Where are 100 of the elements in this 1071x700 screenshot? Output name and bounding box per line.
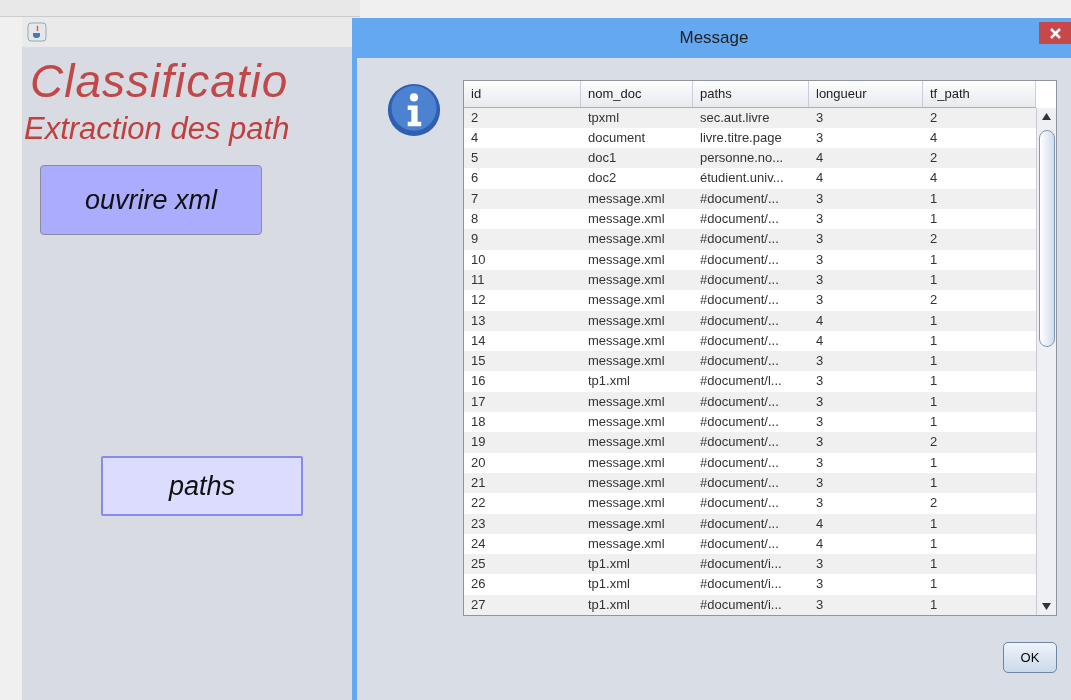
paths-button[interactable]: paths <box>101 456 303 516</box>
table-cell-text: doc2 <box>587 169 618 188</box>
table-cell-text: message.xml <box>587 250 666 269</box>
table-cell-text: #document/i... <box>699 555 783 574</box>
table-cell-text: 1 <box>929 453 939 472</box>
table-cell-text: #document/... <box>699 494 780 513</box>
ok-button[interactable]: OK <box>1003 642 1057 673</box>
table-cell-text: 1 <box>929 392 939 411</box>
table-cell-text: message.xml <box>587 473 666 492</box>
java-cup-icon <box>27 22 47 42</box>
table-cell-text: 3 <box>815 555 825 574</box>
column-header[interactable]: paths <box>693 81 809 107</box>
table-cell-text: 2 <box>929 149 939 168</box>
table-cell-text: #document/... <box>699 270 780 289</box>
table-cell-text: 7 <box>470 189 480 208</box>
table-cell-text: 17 <box>470 392 487 411</box>
table-cell-text: 1 <box>929 189 939 208</box>
table-cell-text: 3 <box>815 230 825 249</box>
table-cell-text: #document/... <box>699 514 780 533</box>
table-cell-text: 15 <box>470 352 487 371</box>
up-arrow-icon[interactable] <box>1042 113 1051 120</box>
table-cell-text: 2 <box>929 230 939 249</box>
table-cell-text: #document/... <box>699 311 780 330</box>
table-cell-text: 26 <box>470 575 487 594</box>
table-cell-text: 4 <box>470 128 480 147</box>
table-cell-text: 3 <box>815 128 825 147</box>
table-cell-text: message.xml <box>587 433 666 452</box>
table-cell-text: 3 <box>815 189 825 208</box>
close-icon <box>1049 27 1061 39</box>
table-cell-text: #document/... <box>699 453 780 472</box>
open-xml-button[interactable]: ouvrire xml <box>40 165 262 235</box>
column-header[interactable]: id <box>464 81 581 107</box>
table-cell-text: 4 <box>815 149 825 168</box>
table-cell-text: message.xml <box>587 189 666 208</box>
table-cell-text: message.xml <box>587 331 666 350</box>
table-cell-text: 14 <box>470 331 487 350</box>
column-header[interactable]: longueur <box>809 81 923 107</box>
table-cell-text: 3 <box>815 453 825 472</box>
table-cell-text: tp1.xml <box>587 575 631 594</box>
table-cell-text: 3 <box>815 108 825 127</box>
table-cell-text: 4 <box>929 169 939 188</box>
table-cell-text: 1 <box>929 534 939 553</box>
table-cell-text: #document/... <box>699 433 780 452</box>
table-cell-text: #document/... <box>699 291 780 310</box>
table-cell-text: 1 <box>929 372 939 391</box>
table-cell-text: livre.titre.page <box>699 128 783 147</box>
table-cell-text: 16 <box>470 372 487 391</box>
table-cell-text: 3 <box>815 494 825 513</box>
table-cell-text: 8 <box>470 210 480 229</box>
table-cell-text: 1 <box>929 555 939 574</box>
table-cell-text: 9 <box>470 230 480 249</box>
table-cell-text: 3 <box>815 352 825 371</box>
table-cell-text: message.xml <box>587 494 666 513</box>
down-arrow-icon[interactable] <box>1042 603 1051 610</box>
app-subtitle: Extraction des path <box>24 111 290 147</box>
table-cell-text: #document/... <box>699 250 780 269</box>
table-cell-text: 20 <box>470 453 487 472</box>
table-cell-text: 22 <box>470 494 487 513</box>
table-cell-text: 3 <box>815 433 825 452</box>
table-cell-text: message.xml <box>587 392 666 411</box>
table-cell-text: #document/... <box>699 534 780 553</box>
table-cell-text: #document/... <box>699 352 780 371</box>
table-cell-text: 1 <box>929 210 939 229</box>
table-cell-text: 3 <box>815 250 825 269</box>
scrollbar[interactable] <box>1036 108 1056 615</box>
table-cell-text: 1 <box>929 311 939 330</box>
table-cell-text: #document/i... <box>699 575 783 594</box>
table-cell-text: 4 <box>815 169 825 188</box>
table-cell-text: tpxml <box>587 108 621 127</box>
table-cell-text: 1 <box>929 352 939 371</box>
table-cell-text: 2 <box>929 433 939 452</box>
table-cell-text: 5 <box>470 149 480 168</box>
table-cell-text: 6 <box>470 169 480 188</box>
column-header[interactable]: tf_path <box>923 81 1036 107</box>
table-cell-text: #document/... <box>699 189 780 208</box>
table-cell-text: 4 <box>929 128 939 147</box>
scroll-thumb[interactable] <box>1039 130 1055 347</box>
close-button[interactable] <box>1039 22 1071 44</box>
table-cell-text: 2 <box>929 291 939 310</box>
table-cell-text: #document/l... <box>699 372 783 391</box>
dialog-title: Message <box>679 28 749 48</box>
table-cell-text: #document/i... <box>699 595 783 614</box>
table-cell-text: message.xml <box>587 210 666 229</box>
column-header[interactable]: nom_doc <box>581 81 693 107</box>
table-cell-text: #document/... <box>699 210 780 229</box>
table-cell-text: message.xml <box>587 413 666 432</box>
table-cell-text: #document/... <box>699 413 780 432</box>
table-cell-text: 3 <box>815 473 825 492</box>
table-cell-text: 3 <box>815 392 825 411</box>
table-cell-text: 1 <box>929 514 939 533</box>
table-cell-text: document <box>587 128 647 147</box>
table-cell-text: 2 <box>470 108 480 127</box>
table-cell-text: tp1.xml <box>587 555 631 574</box>
table-cell-text: 18 <box>470 413 487 432</box>
table-cell-text: 3 <box>815 291 825 310</box>
table-cell-text: message.xml <box>587 352 666 371</box>
table-cell-text: 21 <box>470 473 487 492</box>
table-cell-text: 3 <box>815 575 825 594</box>
table-cell-text: message.xml <box>587 534 666 553</box>
table-cell-text: 27 <box>470 595 487 614</box>
